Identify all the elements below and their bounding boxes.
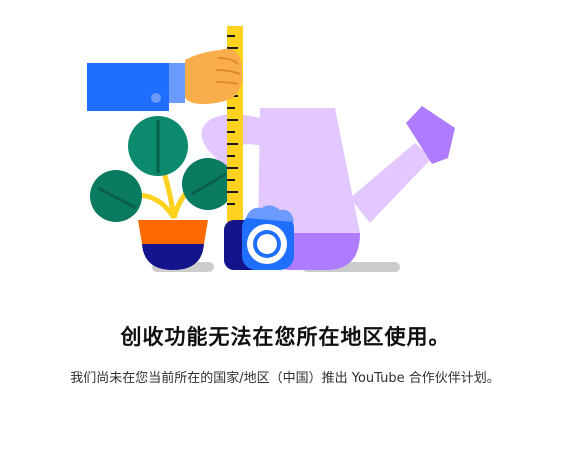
plant-pot	[138, 220, 208, 244]
hand	[185, 48, 243, 104]
arm-sleeve	[87, 63, 169, 111]
unavailable-description: 我们尚未在您当前所在的国家/地区（中国）推出 YouTube 合作伙伴计划。	[70, 371, 500, 386]
measuring-plant-illustration	[87, 26, 455, 272]
arm-cuff	[169, 63, 185, 103]
monetization-unavailable-page: 创收功能无法在您所在地区使用。 我们尚未在您当前所在的国家/地区（中国）推出 Y…	[0, 0, 571, 474]
can-spout	[350, 143, 432, 223]
page-title: 创收功能无法在您所在地区使用。	[120, 325, 451, 349]
